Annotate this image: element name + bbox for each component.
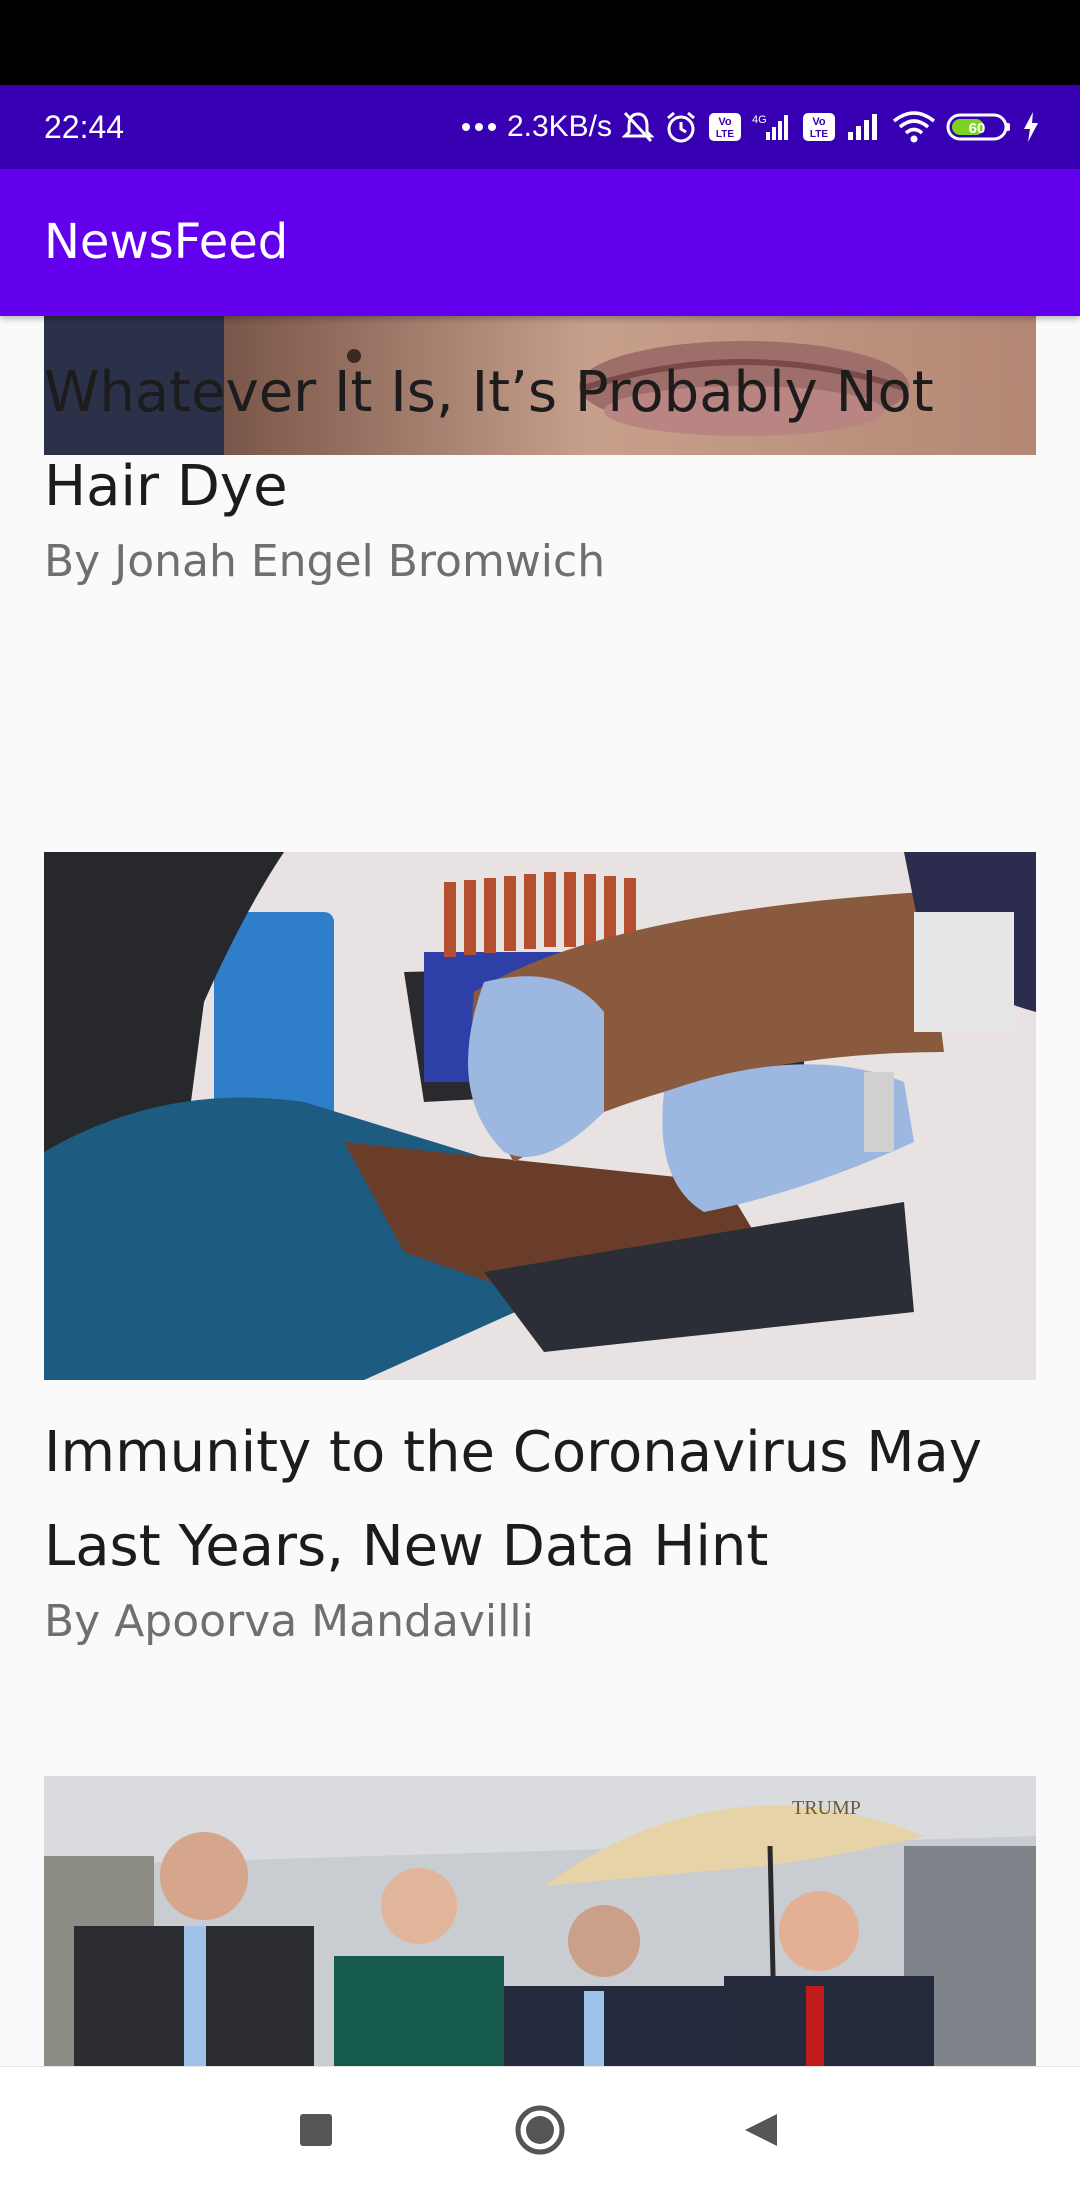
net-speed: 2.3KB/s bbox=[506, 110, 612, 143]
article-byline: By Jonah Engel Bromwich bbox=[44, 536, 606, 587]
svg-text:60: 60 bbox=[969, 120, 986, 137]
umbrella-text: TRUMP bbox=[792, 1797, 861, 1819]
back-button[interactable] bbox=[726, 2095, 796, 2165]
status-time: 22:44 bbox=[44, 109, 125, 145]
app-bar: NewsFeed bbox=[0, 169, 1080, 316]
signal-icon bbox=[848, 114, 877, 140]
svg-text:LTE: LTE bbox=[716, 129, 734, 140]
home-button[interactable] bbox=[505, 2095, 575, 2165]
news-feed-list[interactable]: Whatever It Is, It’s Probably Not Hair D… bbox=[0, 316, 1080, 2066]
svg-text:LTE: LTE bbox=[810, 129, 828, 140]
group-under-umbrella-photo: TRUMP bbox=[44, 1776, 1036, 2066]
article-byline: By Apoorva Mandavilli bbox=[44, 1596, 534, 1647]
app-title: NewsFeed bbox=[44, 214, 289, 270]
wifi-icon bbox=[892, 111, 936, 143]
article-title: Whatever It Is, It’s Probably Not Hair D… bbox=[44, 360, 934, 519]
volte-icon: VoLTE bbox=[709, 113, 741, 141]
volte-icon: VoLTE bbox=[803, 113, 835, 141]
camera-cutout-area bbox=[0, 0, 1080, 85]
mute-icon bbox=[622, 111, 654, 143]
blood-draw-photo bbox=[44, 852, 1036, 1380]
article-title: Immunity to the Coronavirus May Last Yea… bbox=[44, 1420, 982, 1579]
recents-icon bbox=[300, 2114, 332, 2146]
battery-icon: 60 bbox=[946, 113, 1010, 141]
status-bar: 22:44 2.3KB/s Vo LTE 4G Vo LTE 60 bbox=[0, 85, 1080, 169]
article-image bbox=[44, 852, 1036, 1380]
svg-text:Vo: Vo bbox=[718, 116, 732, 128]
article-image: TRUMP bbox=[44, 1776, 1036, 2066]
status-icons: 2.3KB/s Vo LTE 4G Vo LTE 60 bbox=[461, 85, 1040, 169]
svg-text:Vo: Vo bbox=[812, 116, 826, 128]
home-icon bbox=[515, 2105, 565, 2155]
navigation-bar bbox=[0, 2066, 1080, 2193]
alarm-icon bbox=[667, 111, 695, 143]
recents-button[interactable] bbox=[281, 2095, 351, 2165]
charging-icon bbox=[1024, 112, 1038, 142]
back-icon bbox=[745, 2114, 777, 2146]
more-notifications-icon bbox=[461, 123, 496, 131]
svg-text:4G: 4G bbox=[752, 114, 767, 126]
4g-signal-icon: 4G bbox=[752, 114, 788, 140]
